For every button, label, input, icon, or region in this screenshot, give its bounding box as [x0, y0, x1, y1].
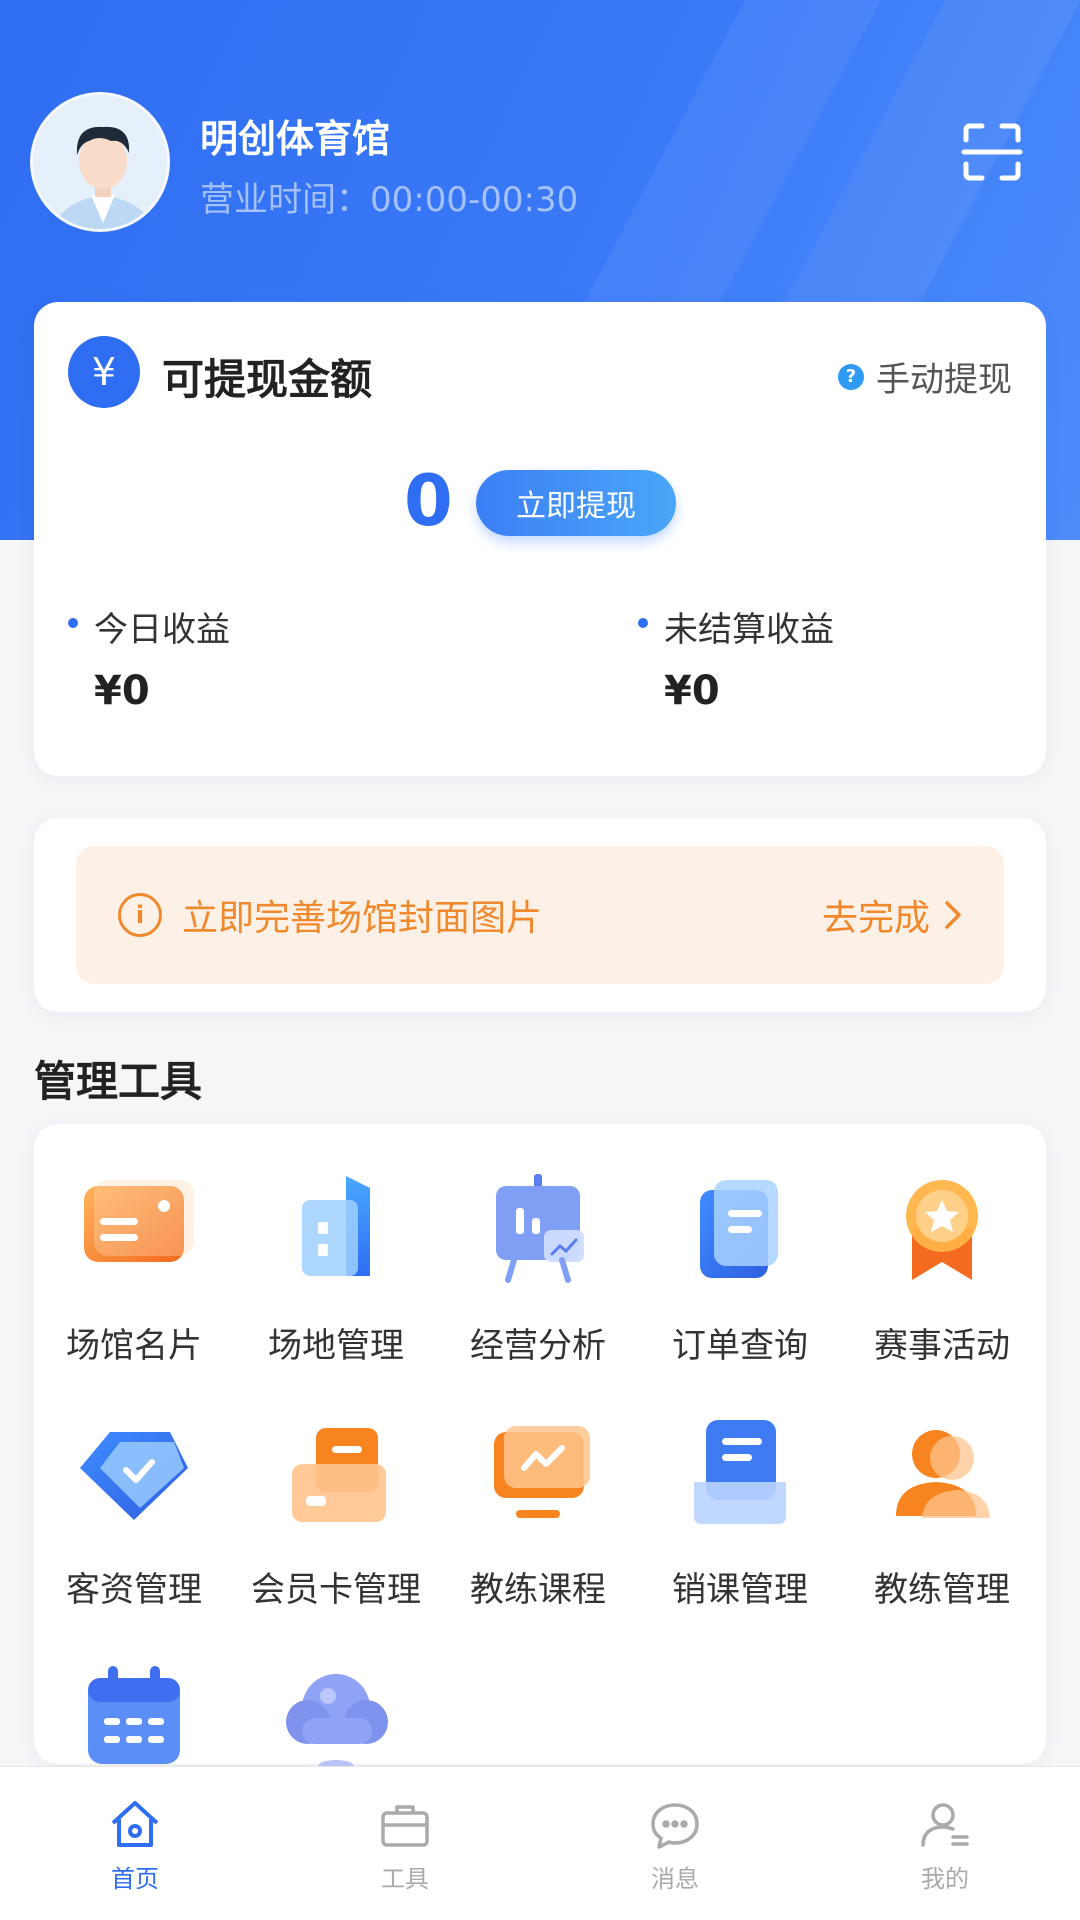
tab-label: 消息 [651, 1865, 699, 1893]
tool-label: 客资管理 [66, 1570, 202, 1610]
tab-label: 工具 [381, 1865, 429, 1893]
bottom-tab-bar: 首页 工具 消息 我的 [0, 1766, 1080, 1920]
tool-label: 教练课程 [470, 1570, 606, 1610]
scan-icon [961, 123, 1023, 181]
tool-course-consumption[interactable]: 销课管理 [640, 1412, 840, 1611]
wallet-card: ¥ 可提现金额 ? 手动提现 0 立即提现 今日收益 ¥0 未结算收益 ¥0 [34, 302, 1046, 776]
venue-card-icon [70, 1168, 198, 1296]
today-earnings-value: ¥0 [94, 668, 150, 714]
tab-messages[interactable]: 消息 [540, 1767, 810, 1920]
go-complete-link[interactable]: 去完成 [822, 889, 962, 941]
tab-profile[interactable]: 我的 [810, 1767, 1080, 1920]
complete-cover-notice[interactable]: i 立即完善场馆封面图片 去完成 [76, 846, 1004, 984]
bullet-dot [68, 618, 78, 628]
tray-document-icon [676, 1412, 804, 1540]
notice-card: i 立即完善场馆封面图片 去完成 [34, 818, 1046, 1012]
notice-message: 立即完善场馆封面图片 [182, 898, 543, 939]
venue-name: 明创体育馆 [200, 117, 391, 161]
tool-label: 订单查询 [672, 1326, 808, 1366]
tool-coach-courses[interactable]: 教练课程 [438, 1412, 638, 1611]
tool-label: 赛事活动 [874, 1326, 1010, 1366]
tool-label: 场地管理 [268, 1326, 404, 1366]
monitor-chart-icon [474, 1412, 602, 1540]
bullet-dot [638, 618, 648, 628]
manual-withdraw-label: 手动提现 [876, 360, 1012, 400]
manual-withdraw-link[interactable]: ? 手动提现 [838, 352, 1012, 401]
chat-icon [651, 1803, 699, 1849]
scan-button[interactable] [960, 120, 1024, 184]
tab-label: 我的 [921, 1865, 969, 1893]
tool-label: 经营分析 [470, 1326, 606, 1366]
section-title: 管理工具 [34, 1057, 203, 1106]
tool-order-query[interactable]: 订单查询 [640, 1168, 840, 1367]
tab-tools[interactable]: 工具 [270, 1767, 540, 1920]
tool-label: 会员卡管理 [251, 1570, 421, 1610]
tab-label: 首页 [111, 1865, 159, 1893]
wallet-title: 可提现金额 [162, 355, 373, 404]
calendar-icon [70, 1656, 198, 1784]
home-icon [111, 1801, 159, 1847]
tab-home[interactable]: 首页 [0, 1767, 270, 1920]
presentation-chart-icon [474, 1168, 602, 1296]
yen-icon: ¥ [68, 336, 140, 408]
medal-icon [878, 1168, 1006, 1296]
unsettled-earnings-value: ¥0 [664, 668, 720, 714]
today-earnings-label: 今日收益 [94, 610, 230, 650]
tool-customer-management[interactable]: 客资管理 [34, 1412, 234, 1611]
tool-member-card[interactable]: 会员卡管理 [236, 1412, 436, 1611]
diamond-check-icon [70, 1412, 198, 1540]
user-icon [878, 1412, 1006, 1540]
tool-events[interactable]: 赛事活动 [842, 1168, 1042, 1367]
tool-coach-management[interactable]: 教练管理 [842, 1412, 1042, 1611]
building-icon [272, 1168, 400, 1296]
briefcase-icon [381, 1805, 429, 1847]
business-hours: 营业时间：00:00-00:30 [200, 180, 579, 220]
tool-venue-card[interactable]: 场馆名片 [34, 1168, 234, 1367]
info-icon: i [118, 893, 162, 937]
member-card-icon [272, 1412, 400, 1540]
unsettled-earnings-label: 未结算收益 [664, 610, 834, 650]
withdraw-button[interactable]: 立即提现 [476, 470, 676, 536]
chevron-right-icon [945, 901, 961, 929]
tool-field-management[interactable]: 场地管理 [236, 1168, 436, 1367]
go-complete-label: 去完成 [821, 898, 930, 939]
document-icon [676, 1168, 804, 1296]
tool-business-analysis[interactable]: 经营分析 [438, 1168, 638, 1367]
profile-icon [921, 1803, 969, 1847]
withdrawable-amount: 0 [404, 460, 453, 542]
tool-label: 场馆名片 [66, 1326, 202, 1366]
avatar-icon [33, 95, 167, 229]
tools-grid: 场馆名片 场地管理 经营分析 订单查询 赛事活动 客资管理 会员卡管理 教练课程… [34, 1124, 1046, 1772]
cloud-icon [272, 1656, 400, 1784]
avatar[interactable] [30, 92, 170, 232]
help-icon: ? [838, 363, 864, 390]
tool-label: 教练管理 [874, 1570, 1010, 1610]
tool-label: 销课管理 [672, 1570, 808, 1610]
